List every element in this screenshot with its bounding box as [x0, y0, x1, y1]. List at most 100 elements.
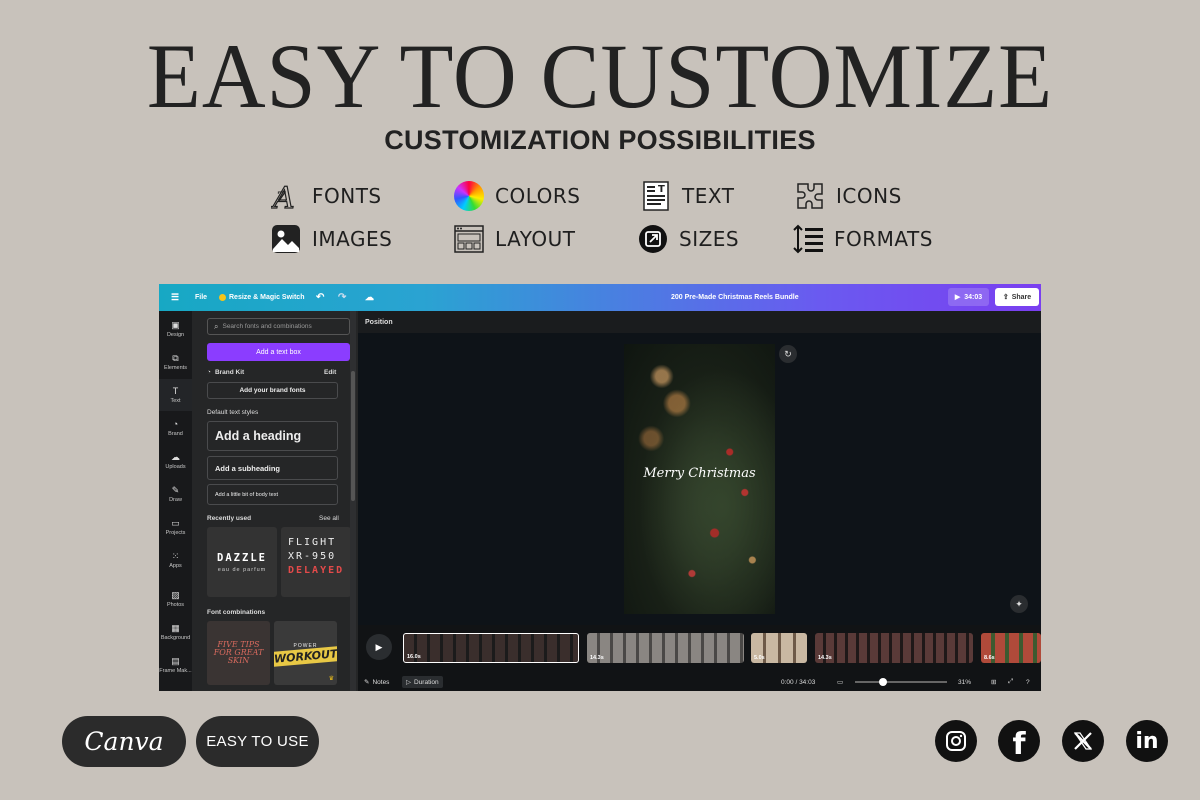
feature-text: T TEXT — [640, 180, 734, 212]
apps-icon: ⁙ — [171, 550, 180, 561]
rail-label: Elements — [164, 364, 187, 371]
font-search-input[interactable]: ⌕ Search fonts and combinations — [207, 318, 350, 335]
canvas-text[interactable]: Merry Christmas — [624, 466, 775, 481]
facebook-icon[interactable]: f — [998, 720, 1040, 762]
timeline-clip[interactable]: 8.6s — [981, 633, 1041, 663]
font-letter-icon: AZ — [270, 180, 302, 212]
feature-label: FONTS — [312, 184, 382, 208]
photo-icon: ▨ — [171, 589, 180, 600]
duration-button[interactable]: ▷ Duration — [402, 676, 443, 688]
elements-icon: ⧉ — [172, 352, 179, 363]
play-icon: ▶ — [954, 294, 961, 301]
rail-label: Brand — [168, 430, 183, 437]
add-subheading-button[interactable]: Add a subheading — [207, 456, 338, 480]
add-body-text-button[interactable]: Add a little bit of body text — [207, 484, 338, 505]
heading-label: Add a heading — [215, 429, 302, 443]
clip-duration: 14.3s — [818, 655, 832, 661]
font-combo-skin[interactable]: FIVE TIPS FOR GREAT SKIN — [207, 621, 270, 685]
rail-frame-maker[interactable]: ▤ Frame Mak... — [159, 649, 192, 681]
cloud-save-icon[interactable]: ☁ — [365, 284, 374, 311]
document-title[interactable]: 200 Pre-Made Christmas Reels Bundle — [671, 284, 799, 311]
see-all-link[interactable]: See all — [319, 515, 339, 522]
zoom-slider-thumb[interactable] — [879, 678, 887, 686]
rail-label: Draw — [169, 496, 182, 503]
rail-uploads[interactable]: ☁ Uploads — [159, 445, 192, 477]
color-wheel-icon — [453, 180, 485, 212]
time-readout: 0:00 / 34:03 — [781, 678, 816, 686]
feature-images: IMAGES — [270, 223, 392, 255]
rail-text[interactable]: T Text — [159, 379, 192, 411]
brand-icon: ◔ — [172, 418, 179, 429]
brand-kit-edit-link[interactable]: Edit — [324, 369, 336, 376]
linkedin-icon[interactable]: in — [1126, 720, 1168, 762]
timeline-clip[interactable]: 14.3s — [587, 633, 744, 663]
rail-label: Projects — [165, 529, 186, 536]
add-text-box-button[interactable]: Add a text box — [207, 343, 350, 361]
feature-sizes: SIZES — [637, 223, 739, 255]
timeline-clip[interactable]: 5.0s — [751, 633, 807, 663]
brand-kit-text: Brand Kit — [214, 369, 245, 376]
resize-button[interactable]: Resize & Magic Switch — [219, 284, 304, 311]
undo-icon[interactable]: ↶ — [316, 284, 324, 311]
position-button[interactable]: Position — [365, 319, 393, 326]
redo-icon[interactable]: ↷ — [338, 284, 346, 311]
zoom-level[interactable]: 31% — [958, 679, 971, 686]
timeline-clip[interactable]: 16.0s — [403, 633, 579, 663]
feature-label: COLORS — [495, 184, 581, 208]
notes-button[interactable]: ✎ Notes — [364, 678, 389, 687]
font-combinations-label: Font combinations — [207, 609, 266, 616]
rail-photos[interactable]: ▨ Photos — [159, 583, 192, 615]
search-icon: ⌕ — [214, 321, 219, 331]
recent-font-dazzle[interactable]: DAZZLE eau de parfum — [207, 527, 277, 597]
feature-label: TEXT — [682, 184, 735, 208]
fullscreen-icon[interactable]: ⤢ — [1008, 678, 1013, 686]
share-button[interactable]: ⇪ Share — [995, 288, 1039, 306]
recent-font-flight[interactable]: FLIGHT XR-950 DELAYED — [281, 527, 351, 597]
rail-label: Design — [166, 331, 185, 338]
feature-formats: FORMATS — [792, 223, 933, 255]
instagram-icon[interactable] — [935, 720, 977, 762]
panel-scrollbar[interactable] — [350, 311, 356, 691]
add-heading-button[interactable]: Add a heading — [207, 421, 338, 451]
magic-icon[interactable]: ✦ — [1010, 595, 1028, 613]
text-icon: T — [172, 385, 179, 396]
subheadline: CUSTOMIZATION POSSIBILITIES — [384, 125, 816, 155]
brand-kit-label[interactable]: ◔ Brand Kit — [207, 369, 244, 376]
text-panel: ⌕ Search fonts and combinations Add a te… — [192, 311, 358, 691]
rail-elements[interactable]: ⧉ Elements — [159, 346, 192, 378]
brand-kit-icon: ◔ — [207, 369, 211, 376]
rail-label: Apps — [169, 562, 182, 569]
menu-icon[interactable]: ☰ — [171, 284, 179, 311]
pages-icon[interactable]: ▭ — [837, 678, 843, 686]
rail-background[interactable]: ▦ Background — [159, 616, 192, 648]
rail-design[interactable]: ▣ Design — [159, 313, 192, 345]
x-icon[interactable] — [1062, 720, 1104, 762]
refresh-icon[interactable]: ↻ — [779, 345, 797, 363]
scroll-thumb[interactable] — [351, 371, 355, 501]
rail-label: Photos — [166, 601, 185, 608]
timeline-play-button[interactable]: ▶ — [366, 634, 392, 660]
present-button[interactable]: ▶ 34:03 — [948, 288, 989, 306]
zoom-slider[interactable] — [855, 678, 947, 686]
recent-2-line3: DELAYED — [288, 565, 345, 576]
help-icon[interactable]: ? — [1026, 679, 1030, 686]
svg-text:Z: Z — [277, 190, 287, 206]
font-combo-workout[interactable]: POWER WORKOUT ♛ — [274, 621, 337, 685]
rail-apps[interactable]: ⁙ Apps — [159, 544, 192, 576]
timeline-clip[interactable]: 14.3s — [815, 633, 973, 663]
feature-label: SIZES — [679, 227, 740, 251]
notes-icon: ✎ — [364, 679, 370, 686]
resize-label: Resize & Magic Switch — [229, 294, 305, 301]
recent-1-title: DAZZLE — [217, 551, 267, 564]
file-menu[interactable]: File — [195, 284, 207, 311]
grid-view-icon[interactable]: ⊞ — [991, 678, 996, 686]
feature-colors: COLORS — [453, 180, 580, 212]
rail-projects[interactable]: ▭ Projects — [159, 511, 192, 543]
share-icon: ⇪ — [1002, 294, 1009, 301]
default-styles-label: Default text styles — [207, 409, 259, 416]
rail-brand[interactable]: ◔ Brand — [159, 412, 192, 444]
christmas-tree-image[interactable]: Merry Christmas — [624, 344, 775, 614]
crown-icon — [219, 294, 226, 301]
add-brand-fonts-button[interactable]: Add your brand fonts — [207, 382, 338, 399]
rail-draw[interactable]: ✎ Draw — [159, 478, 192, 510]
